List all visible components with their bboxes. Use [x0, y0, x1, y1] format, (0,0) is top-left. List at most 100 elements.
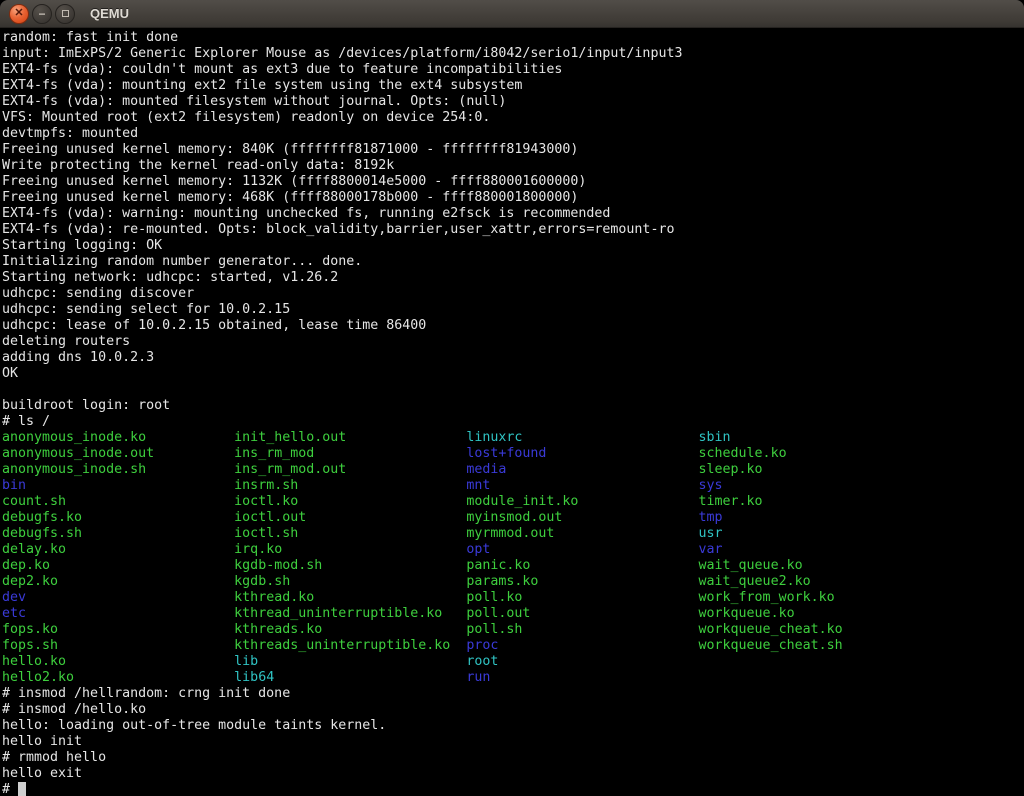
terminal-text: # insmod /hello.ko — [2, 702, 146, 717]
file-entry: init_hello.out — [234, 430, 466, 445]
file-entry: kthread.ko — [234, 590, 466, 605]
file-entry: ins_rm_mod — [234, 446, 466, 461]
terminal-line: # rmmod hello — [2, 750, 1024, 766]
file-entry: kgdb.sh — [234, 574, 466, 589]
titlebar[interactable]: ✕ − QEMU — [0, 0, 1024, 28]
terminal-line: random: fast init done — [2, 30, 1024, 46]
file-entry: ioctl.ko — [234, 494, 466, 509]
terminal-line: hello: loading out-of-tree module taints… — [2, 718, 1024, 734]
file-entry: tmp — [699, 510, 723, 525]
terminal-text: OK — [2, 366, 18, 381]
terminal-line: dep2.ko kgdb.sh params.ko wait_queue2.ko — [2, 574, 1024, 590]
terminal-line: debugfs.sh ioctl.sh myrmmod.out usr — [2, 526, 1024, 542]
terminal-line: delay.ko irq.ko opt var — [2, 542, 1024, 558]
terminal-text: Initializing random number generator... … — [2, 254, 362, 269]
cursor — [18, 782, 26, 796]
file-entry: anonymous_inode.ko — [2, 430, 234, 445]
terminal-line: bin insrm.sh mnt sys — [2, 478, 1024, 494]
file-entry: sbin — [699, 430, 731, 445]
close-button[interactable]: ✕ — [9, 4, 29, 24]
file-entry: media — [466, 462, 698, 477]
terminal-text: hello: loading out-of-tree module taints… — [2, 718, 386, 733]
terminal-line: anonymous_inode.out ins_rm_mod lost+foun… — [2, 446, 1024, 462]
file-entry: dep2.ko — [2, 574, 234, 589]
terminal-text: # — [2, 782, 18, 796]
terminal-text: Starting logging: OK — [2, 238, 162, 253]
file-entry: insrm.sh — [234, 478, 466, 493]
file-entry: workqueue.ko — [699, 606, 795, 621]
terminal-text: devtmpfs: mounted — [2, 126, 138, 141]
terminal-text: EXT4-fs (vda): re-mounted. Opts: block_v… — [2, 222, 674, 237]
terminal-text: Starting network: udhcpc: started, v1.26… — [2, 270, 338, 285]
terminal-line: buildroot login: root — [2, 398, 1024, 414]
terminal-text: udhcpc: sending select for 10.0.2.15 — [2, 302, 290, 317]
file-entry: run — [466, 670, 490, 685]
terminal-line: etc kthread_uninterruptible.ko poll.out … — [2, 606, 1024, 622]
file-entry: kthreads.ko — [234, 622, 466, 637]
terminal-line: EXT4-fs (vda): warning: mounting uncheck… — [2, 206, 1024, 222]
terminal-text: adding dns 10.0.2.3 — [2, 350, 154, 365]
terminal-text: # rmmod hello — [2, 750, 106, 765]
file-entry: irq.ko — [234, 542, 466, 557]
terminal-line: fops.ko kthreads.ko poll.sh workqueue_ch… — [2, 622, 1024, 638]
file-entry: debugfs.ko — [2, 510, 234, 525]
file-entry: lib64 — [234, 670, 466, 685]
terminal-text: Freeing unused kernel memory: 1132K (fff… — [2, 174, 586, 189]
file-entry: anonymous_inode.sh — [2, 462, 234, 477]
maximize-button[interactable] — [55, 4, 75, 24]
terminal-line: Freeing unused kernel memory: 468K (ffff… — [2, 190, 1024, 206]
file-entry: poll.sh — [466, 622, 698, 637]
file-entry: poll.out — [466, 606, 698, 621]
terminal-line: EXT4-fs (vda): couldn't mount as ext3 du… — [2, 62, 1024, 78]
minimize-icon: − — [38, 8, 45, 20]
terminal-line: debugfs.ko ioctl.out myinsmod.out tmp — [2, 510, 1024, 526]
file-entry: kthreads_uninterruptible.ko — [234, 638, 466, 653]
file-entry: bin — [2, 478, 234, 493]
file-entry: lost+found — [466, 446, 698, 461]
file-entry: poll.ko — [466, 590, 698, 605]
terminal-line: devtmpfs: mounted — [2, 126, 1024, 142]
terminal-text: Freeing unused kernel memory: 840K (ffff… — [2, 142, 578, 157]
file-entry: etc — [2, 606, 234, 621]
file-entry: workqueue_cheat.sh — [699, 638, 843, 653]
file-entry: proc — [466, 638, 698, 653]
file-entry: myrmmod.out — [466, 526, 698, 541]
file-entry: mnt — [466, 478, 698, 493]
file-entry: count.sh — [2, 494, 234, 509]
terminal-text: EXT4-fs (vda): warning: mounting uncheck… — [2, 206, 610, 221]
terminal-line: udhcpc: sending select for 10.0.2.15 — [2, 302, 1024, 318]
maximize-icon — [62, 10, 69, 17]
terminal-text: udhcpc: sending discover — [2, 286, 194, 301]
file-entry: opt — [466, 542, 698, 557]
terminal-output: random: fast init doneinput: ImExPS/2 Ge… — [2, 30, 1024, 796]
terminal-screen[interactable]: random: fast init doneinput: ImExPS/2 Ge… — [0, 28, 1024, 796]
file-entry: dev — [2, 590, 234, 605]
terminal-line: Starting logging: OK — [2, 238, 1024, 254]
minimize-button[interactable]: − — [32, 4, 52, 24]
file-entry: fops.sh — [2, 638, 234, 653]
file-entry: fops.ko — [2, 622, 234, 637]
terminal-line: hello.ko lib root — [2, 654, 1024, 670]
terminal-text: random: fast init done — [2, 30, 178, 45]
file-entry: myinsmod.out — [466, 510, 698, 525]
file-entry: anonymous_inode.out — [2, 446, 234, 461]
file-entry: work_from_work.ko — [699, 590, 835, 605]
terminal-line: hello2.ko lib64 run — [2, 670, 1024, 686]
terminal-text: hello exit — [2, 766, 82, 781]
terminal-line: deleting routers — [2, 334, 1024, 350]
file-entry: timer.ko — [699, 494, 763, 509]
terminal-line: # insmod /hello.ko — [2, 702, 1024, 718]
file-entry: ioctl.out — [234, 510, 466, 525]
close-icon: ✕ — [14, 8, 23, 19]
terminal-line: hello exit — [2, 766, 1024, 782]
file-entry: panic.ko — [466, 558, 698, 573]
file-entry: usr — [699, 526, 723, 541]
file-entry: delay.ko — [2, 542, 234, 557]
terminal-line: Starting network: udhcpc: started, v1.26… — [2, 270, 1024, 286]
file-entry: hello.ko — [2, 654, 234, 669]
terminal-line: Initializing random number generator... … — [2, 254, 1024, 270]
file-entry: sys — [699, 478, 723, 493]
file-entry: workqueue_cheat.ko — [699, 622, 843, 637]
file-entry: wait_queue.ko — [699, 558, 803, 573]
terminal-line: EXT4-fs (vda): re-mounted. Opts: block_v… — [2, 222, 1024, 238]
